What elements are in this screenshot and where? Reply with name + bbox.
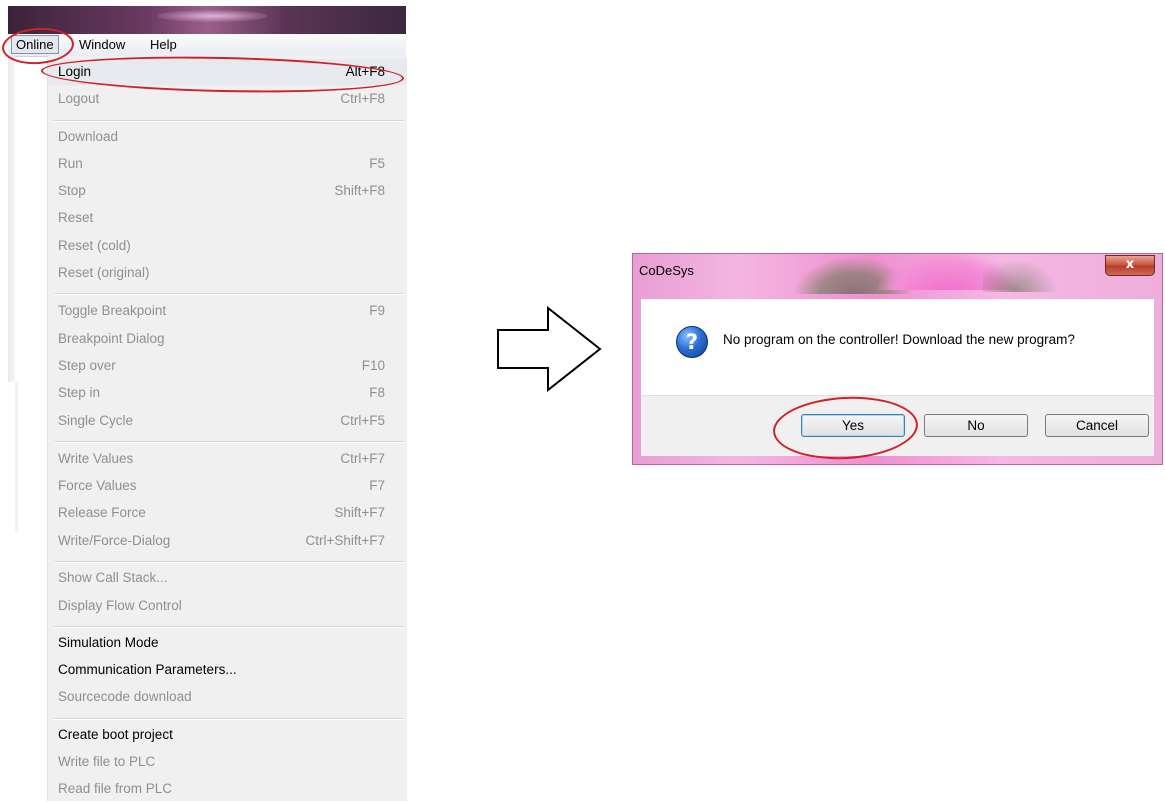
menu-item-label: Force Values xyxy=(58,478,137,493)
menu-bar: Online Window Help xyxy=(8,34,406,57)
menu-item-sourcecode-download[interactable]: Sourcecode download xyxy=(48,684,407,710)
menu-item-reset-original[interactable]: Reset (original) xyxy=(48,260,407,286)
right-arrow-icon xyxy=(497,306,602,392)
menu-item-reset-cold[interactable]: Reset (cold) xyxy=(48,233,407,259)
menu-window[interactable]: Window xyxy=(75,36,129,53)
menu-item-logout[interactable]: Logout Ctrl+F8 xyxy=(48,86,407,112)
menu-item-label: Toggle Breakpoint xyxy=(58,303,167,318)
cancel-button[interactable]: Cancel xyxy=(1045,414,1149,437)
menu-item-label: Step over xyxy=(58,358,116,373)
menu-item-label: Single Cycle xyxy=(58,413,134,428)
menu-item-shortcut: F8 xyxy=(369,385,385,400)
menu-item-run[interactable]: Run F5 xyxy=(48,151,407,177)
menu-item-reset[interactable]: Reset xyxy=(48,205,407,231)
menu-item-shortcut: Shift+F8 xyxy=(334,183,385,198)
menu-item-shortcut: F10 xyxy=(361,358,385,373)
menu-item-label: Stop xyxy=(58,183,86,198)
menu-item-shortcut: Alt+F8 xyxy=(345,64,385,79)
menu-item-shortcut: F7 xyxy=(369,478,385,493)
no-button[interactable]: No xyxy=(924,414,1028,437)
menu-separator xyxy=(54,441,404,443)
menu-item-simulation-mode[interactable]: Simulation Mode xyxy=(48,630,407,656)
menu-item-step-over[interactable]: Step over F10 xyxy=(48,353,407,379)
menu-separator xyxy=(54,718,404,720)
menu-item-force-values[interactable]: Force Values F7 xyxy=(48,473,407,499)
menu-item-login[interactable]: Login Alt+F8 xyxy=(48,59,407,85)
menu-item-shortcut: Shift+F7 xyxy=(334,505,385,520)
menu-item-shortcut: Ctrl+Shift+F7 xyxy=(305,533,385,548)
menu-item-display-flow-control[interactable]: Display Flow Control xyxy=(48,593,407,619)
titlebar-glow xyxy=(158,10,268,22)
menu-item-label: Reset (cold) xyxy=(58,238,131,253)
menu-item-label: Logout xyxy=(58,91,100,106)
menu-item-label: Show Call Stack... xyxy=(58,570,168,585)
menu-item-label: Reset (original) xyxy=(58,265,150,280)
menu-item-label: Write/Force-Dialog xyxy=(58,533,171,548)
menu-item-toggle-breakpoint[interactable]: Toggle Breakpoint F9 xyxy=(48,298,407,324)
menu-item-label: Sourcecode download xyxy=(58,689,192,704)
menu-item-write-force-dialog[interactable]: Write/Force-Dialog Ctrl+Shift+F7 xyxy=(48,528,407,554)
window-edge xyxy=(15,382,18,532)
menu-item-write-values[interactable]: Write Values Ctrl+F7 xyxy=(48,446,407,472)
menu-separator xyxy=(54,626,404,628)
window-edge xyxy=(8,56,15,382)
menu-item-label: Download xyxy=(58,129,119,144)
title-decoration xyxy=(983,256,1063,292)
dialog-message: No program on the controller! Download t… xyxy=(723,332,1075,347)
menu-item-label: Step in xyxy=(58,385,101,400)
menu-item-stop[interactable]: Stop Shift+F8 xyxy=(48,178,407,204)
menu-item-label: Breakpoint Dialog xyxy=(58,331,165,346)
menu-item-label: Run xyxy=(58,156,83,171)
close-button[interactable]: x xyxy=(1105,255,1155,276)
codesys-dialog: CoDeSys x ? No program on the controller… xyxy=(632,253,1163,465)
menu-item-show-call-stack[interactable]: Show Call Stack... xyxy=(48,565,407,591)
menu-item-communication-parameters[interactable]: Communication Parameters... xyxy=(48,657,407,683)
menu-help[interactable]: Help xyxy=(146,36,181,53)
menu-item-label: Read file from PLC xyxy=(58,781,173,796)
menu-item-label: Display Flow Control xyxy=(58,598,182,613)
menu-item-label: Login xyxy=(58,64,92,79)
menu-item-label: Communication Parameters... xyxy=(58,662,237,677)
menu-item-shortcut: Ctrl+F8 xyxy=(340,91,385,106)
menu-item-label: Simulation Mode xyxy=(58,635,159,650)
menu-item-shortcut: Ctrl+F5 xyxy=(340,413,385,428)
menu-separator xyxy=(54,293,404,295)
menu-item-shortcut: F9 xyxy=(369,303,385,318)
dialog-title: CoDeSys xyxy=(639,263,694,278)
menu-item-label: Write file to PLC xyxy=(58,754,156,769)
menu-separator xyxy=(54,561,404,563)
dialog-content: ? No program on the controller! Download… xyxy=(641,299,1154,395)
menu-item-read-file-from-plc[interactable]: Read file from PLC xyxy=(48,776,407,802)
menu-separator xyxy=(54,120,404,122)
menu-item-label: Release Force xyxy=(58,505,146,520)
menu-item-write-file-to-plc[interactable]: Write file to PLC xyxy=(48,749,407,775)
dialog-button-bar: Yes No Cancel xyxy=(641,395,1154,456)
menu-item-step-in[interactable]: Step in F8 xyxy=(48,380,407,406)
menu-item-download[interactable]: Download xyxy=(48,124,407,150)
window-titlebar xyxy=(8,6,406,34)
menu-item-label: Write Values xyxy=(58,451,134,466)
menu-item-label: Create boot project xyxy=(58,727,173,742)
menu-item-label: Reset xyxy=(58,210,94,225)
yes-button[interactable]: Yes xyxy=(801,414,905,437)
menu-item-shortcut: Ctrl+F7 xyxy=(340,451,385,466)
online-dropdown-menu: Login Alt+F8 Logout Ctrl+F8 Download Run… xyxy=(47,56,407,801)
menu-item-create-boot-project[interactable]: Create boot project xyxy=(48,722,407,748)
menu-item-breakpoint-dialog[interactable]: Breakpoint Dialog xyxy=(48,326,407,352)
menu-online[interactable]: Online xyxy=(11,35,59,54)
menu-item-single-cycle[interactable]: Single Cycle Ctrl+F5 xyxy=(48,408,407,434)
menu-item-release-force[interactable]: Release Force Shift+F7 xyxy=(48,500,407,526)
menu-item-shortcut: F5 xyxy=(369,156,385,171)
question-icon: ? xyxy=(676,326,708,358)
